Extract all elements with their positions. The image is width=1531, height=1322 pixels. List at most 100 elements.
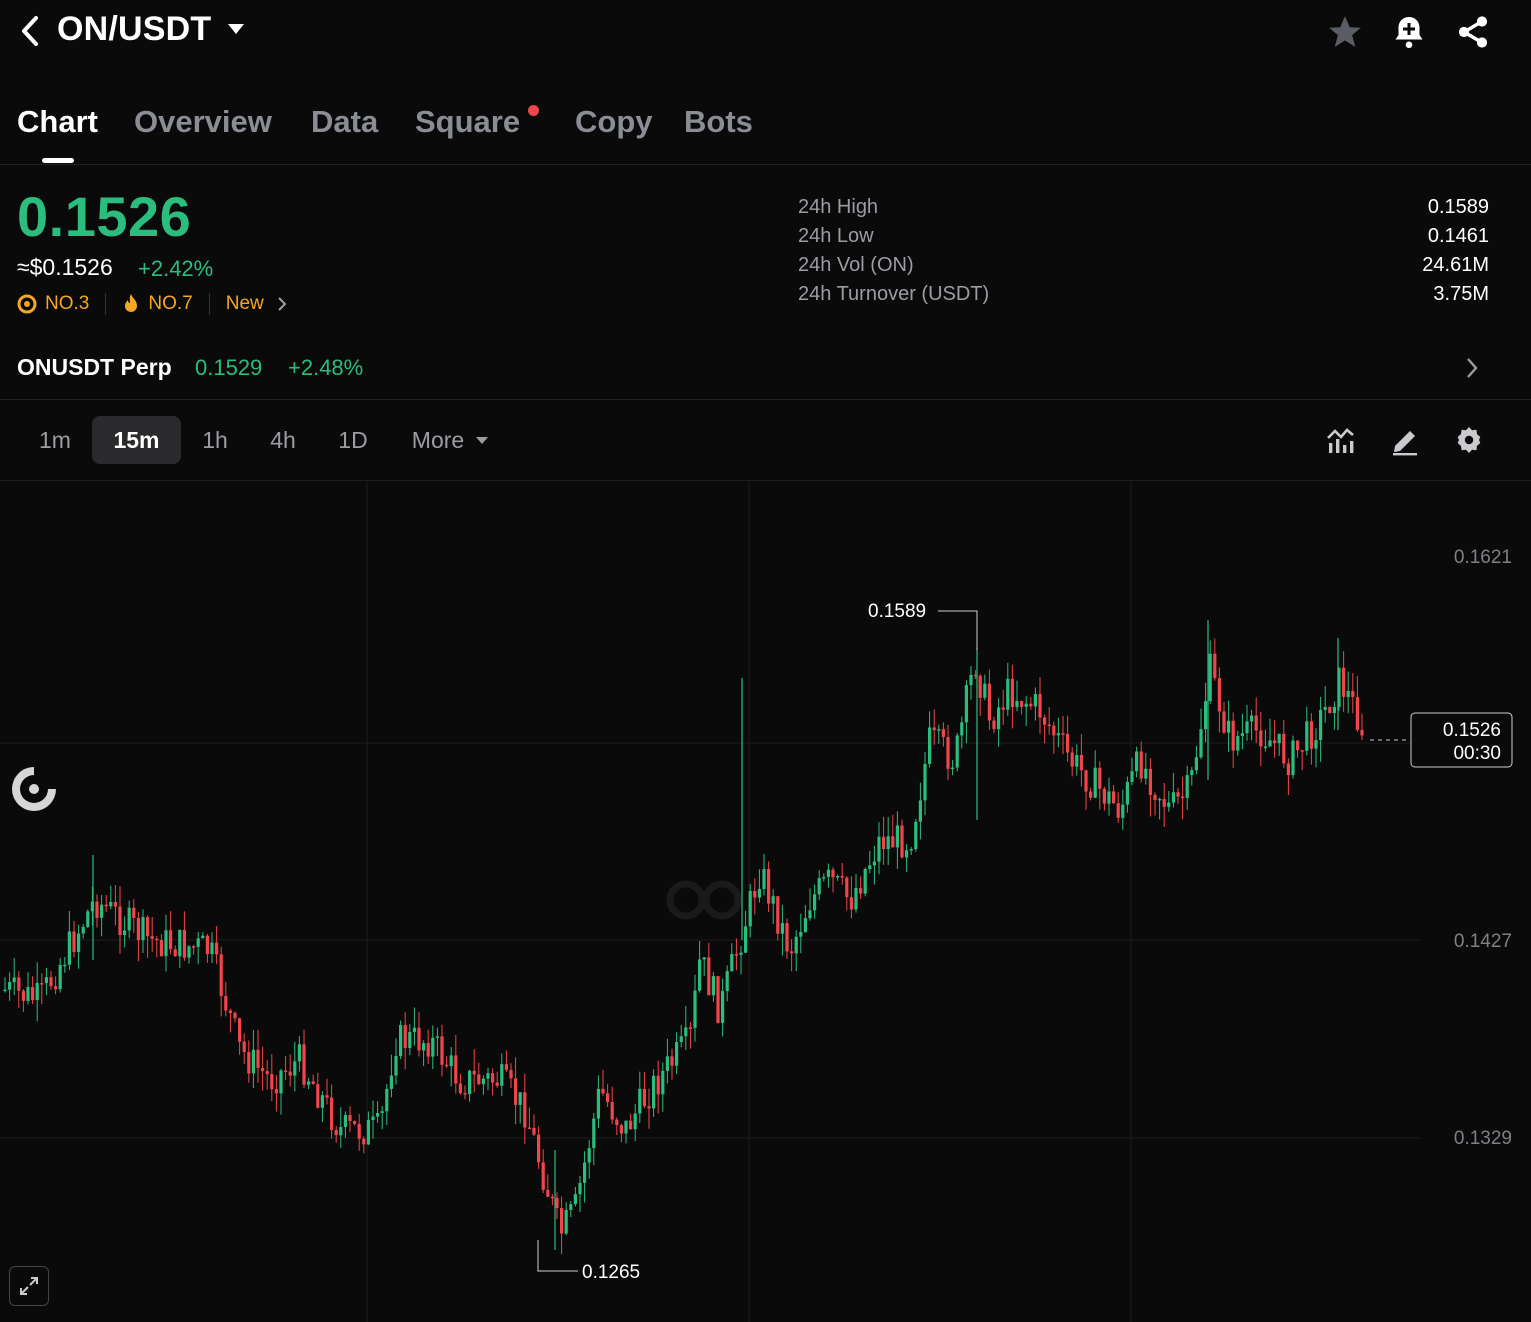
candle-body bbox=[104, 904, 108, 907]
candle-body bbox=[776, 896, 780, 934]
candle-body bbox=[518, 1092, 522, 1105]
timeframe-more[interactable]: More bbox=[402, 416, 474, 464]
timeframe-15m[interactable]: 15m bbox=[92, 416, 181, 464]
price-change: +2.42% bbox=[138, 256, 214, 281]
candle-body bbox=[3, 989, 7, 992]
expand-icon[interactable] bbox=[9, 1266, 49, 1306]
candle-body bbox=[127, 907, 131, 931]
candle-body bbox=[1001, 707, 1005, 710]
chevron-right-icon[interactable] bbox=[276, 295, 288, 313]
perp-link-row[interactable]: ONUSDT Perp 0.1529 +2.48% bbox=[0, 340, 1531, 400]
candles bbox=[3, 620, 1364, 1255]
rank-badge-2[interactable]: NO.7 bbox=[148, 293, 192, 315]
rank-badge-1[interactable]: NO.3 bbox=[45, 293, 89, 315]
stat-value-turnover: 3.75M bbox=[1433, 283, 1489, 305]
candle-body bbox=[1250, 715, 1254, 722]
timeframe-1d[interactable]: 1D bbox=[326, 416, 380, 464]
pair-title[interactable]: ON/USDT bbox=[57, 10, 211, 49]
candle-body bbox=[325, 1095, 329, 1098]
tab-square[interactable]: Square bbox=[415, 104, 520, 140]
candle-body bbox=[178, 929, 182, 957]
candle-body bbox=[794, 936, 798, 954]
candle-body bbox=[1240, 733, 1244, 736]
candle-body bbox=[334, 1129, 338, 1136]
candle-body bbox=[918, 800, 922, 822]
tab-bar: Chart Overview Data Square Copy Bots bbox=[0, 92, 1531, 165]
candle-body bbox=[187, 946, 191, 958]
back-icon[interactable] bbox=[16, 14, 44, 48]
candle-body bbox=[192, 946, 196, 948]
tab-data[interactable]: Data bbox=[311, 104, 378, 140]
candle-body bbox=[1346, 691, 1350, 697]
candle-body bbox=[1043, 717, 1047, 725]
tab-copy[interactable]: Copy bbox=[575, 104, 653, 140]
star-icon[interactable] bbox=[1325, 12, 1365, 52]
candle-body bbox=[219, 954, 223, 996]
candle-body bbox=[380, 1111, 384, 1114]
stat-value-vol: 24.61M bbox=[1422, 254, 1489, 276]
tab-bots[interactable]: Bots bbox=[684, 104, 753, 140]
candle-body bbox=[1263, 746, 1267, 748]
candle-body bbox=[224, 995, 228, 1011]
low-marker-line bbox=[537, 1240, 578, 1272]
tab-chart[interactable]: Chart bbox=[17, 104, 98, 140]
candle-body bbox=[629, 1120, 633, 1130]
candle-body bbox=[725, 971, 729, 992]
candle-body bbox=[77, 933, 81, 953]
candle-body bbox=[95, 901, 99, 918]
candle-body bbox=[159, 940, 163, 957]
indicators-icon[interactable] bbox=[1325, 424, 1359, 458]
candle-body bbox=[652, 1075, 656, 1109]
draw-pencil-icon[interactable] bbox=[1389, 424, 1423, 458]
candle-body bbox=[1084, 770, 1088, 792]
candle-body bbox=[164, 930, 168, 957]
candle-body bbox=[274, 1089, 278, 1094]
share-icon[interactable] bbox=[1453, 12, 1493, 52]
timeframe-4h[interactable]: 4h bbox=[258, 416, 308, 464]
timeframe-1m[interactable]: 1m bbox=[28, 416, 82, 464]
caret-down-icon[interactable] bbox=[226, 22, 246, 41]
stat-label-vol: 24h Vol (ON) bbox=[798, 254, 914, 276]
candle-body bbox=[560, 1208, 564, 1234]
timeframe-1h[interactable]: 1h bbox=[190, 416, 240, 464]
candle-body bbox=[1052, 725, 1056, 736]
candle-body bbox=[67, 931, 71, 965]
candle-body bbox=[514, 1078, 518, 1105]
bell-plus-icon[interactable] bbox=[1389, 12, 1429, 52]
caret-down-icon[interactable] bbox=[475, 432, 491, 448]
chevron-right-icon[interactable] bbox=[1464, 354, 1480, 387]
notification-dot bbox=[528, 105, 539, 116]
candle-body bbox=[813, 894, 817, 911]
candle-body bbox=[532, 1127, 536, 1135]
candle-body bbox=[196, 938, 200, 947]
candle-body bbox=[288, 1071, 292, 1076]
candle-body bbox=[863, 868, 867, 894]
y-tick-label: 0.1329 bbox=[1454, 1128, 1512, 1149]
candle-body bbox=[817, 878, 821, 895]
candle-body bbox=[1213, 653, 1217, 679]
candle-body bbox=[822, 876, 826, 879]
candle-body bbox=[762, 868, 766, 889]
candle-body bbox=[1047, 724, 1051, 727]
refresh-logo-icon[interactable] bbox=[8, 763, 60, 815]
current-price-label: 0.1526 bbox=[1443, 720, 1501, 741]
candle-body bbox=[261, 1067, 265, 1072]
candle-body bbox=[642, 1088, 646, 1107]
tab-overview[interactable]: Overview bbox=[134, 104, 272, 140]
candlestick-chart[interactable]: 0.1589 0.1265 0.1621 0.1427 0.1329 0.152… bbox=[0, 482, 1531, 1322]
candle-body bbox=[790, 951, 794, 954]
candle-body bbox=[1107, 791, 1111, 804]
gear-icon[interactable] bbox=[1453, 424, 1487, 458]
candle-body bbox=[256, 1049, 260, 1068]
candle-body bbox=[251, 1049, 255, 1074]
fire-icon bbox=[125, 294, 138, 312]
perp-change: +2.48% bbox=[288, 355, 364, 380]
candle-body bbox=[803, 918, 807, 933]
candle-body bbox=[445, 1064, 449, 1067]
candle-body bbox=[1236, 735, 1240, 751]
candle-body bbox=[500, 1064, 504, 1086]
new-badge[interactable]: New bbox=[226, 293, 264, 315]
candle-body bbox=[656, 1075, 660, 1095]
candle-body bbox=[270, 1074, 274, 1090]
candle-body bbox=[877, 836, 881, 862]
